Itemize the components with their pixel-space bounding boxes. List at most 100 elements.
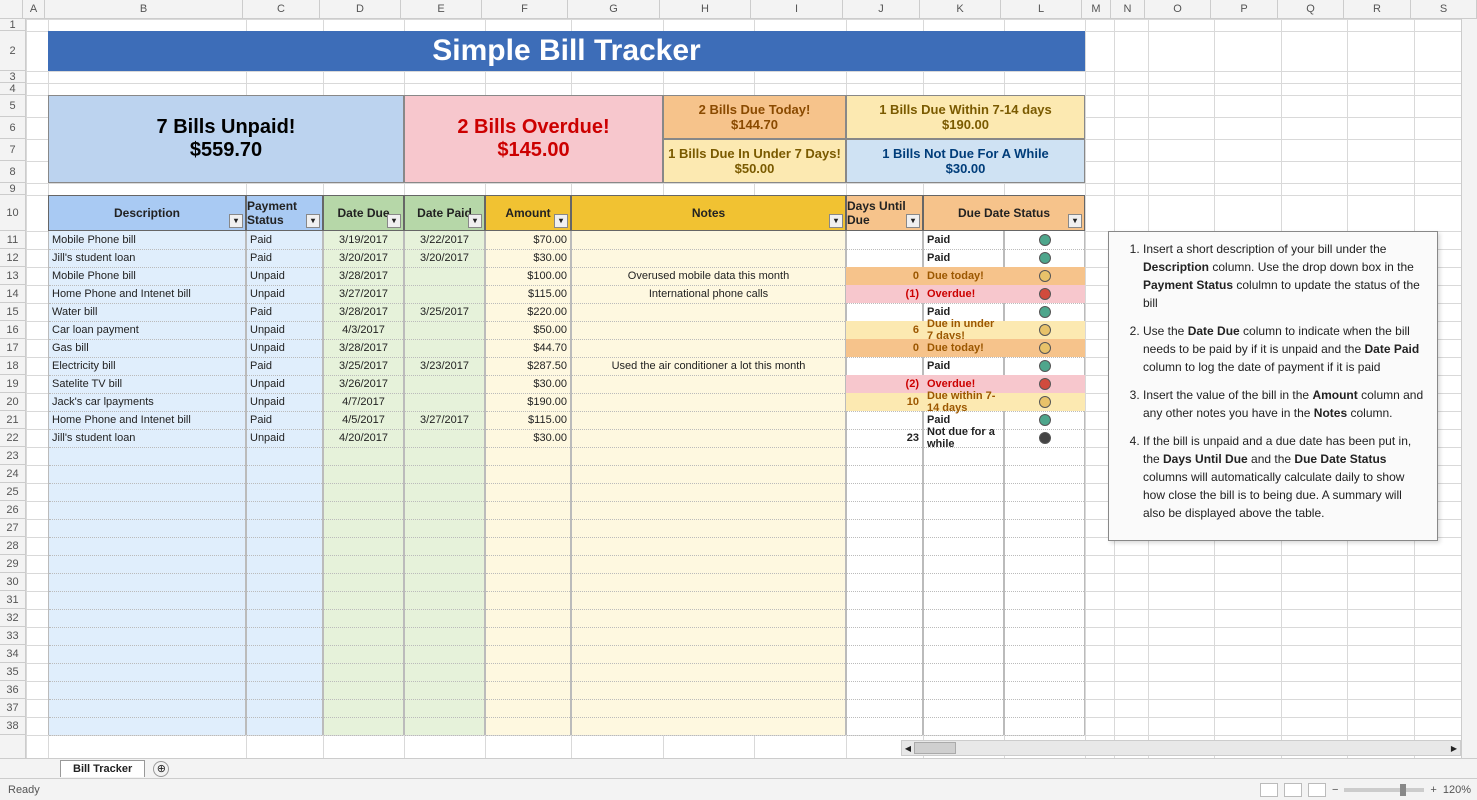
- cell-amount[interactable]: $115.00: [485, 285, 571, 303]
- col-header-I[interactable]: I: [751, 0, 843, 18]
- cell-date-due[interactable]: 4/20/2017: [323, 429, 404, 447]
- cell-description[interactable]: Home Phone and Intenet bill: [48, 285, 246, 303]
- row-header-28[interactable]: 28: [0, 537, 25, 555]
- cell-notes[interactable]: [571, 411, 846, 429]
- cell-payment-status[interactable]: Paid: [246, 303, 323, 321]
- cell-due-date-status[interactable]: Paid: [923, 357, 1004, 375]
- col-header-E[interactable]: E: [401, 0, 482, 18]
- cell-amount[interactable]: $30.00: [485, 429, 571, 447]
- cell-date-due[interactable]: 4/7/2017: [323, 393, 404, 411]
- table-header-amount[interactable]: Amount▾: [485, 195, 571, 231]
- filter-button-notes[interactable]: ▾: [829, 214, 843, 228]
- scroll-right-icon[interactable]: ▶: [1448, 741, 1460, 755]
- cell-due-date-status[interactable]: Due today!: [923, 339, 1004, 357]
- row-header-1[interactable]: 1: [0, 19, 25, 31]
- cell-date-paid[interactable]: 3/25/2017: [404, 303, 485, 321]
- filter-button-payment_status[interactable]: ▾: [306, 214, 320, 228]
- cell-days-until-due[interactable]: [846, 231, 923, 249]
- cell-date-due[interactable]: 3/25/2017: [323, 357, 404, 375]
- cell-date-paid[interactable]: [404, 429, 485, 447]
- cell-date-paid[interactable]: 3/23/2017: [404, 357, 485, 375]
- col-header-J[interactable]: J: [843, 0, 920, 18]
- row-header-6[interactable]: 6: [0, 117, 25, 139]
- cell-description[interactable]: Gas bill: [48, 339, 246, 357]
- cell-description[interactable]: Electricity bill: [48, 357, 246, 375]
- cell-date-due[interactable]: 3/28/2017: [323, 267, 404, 285]
- cell-amount[interactable]: $190.00: [485, 393, 571, 411]
- cell-payment-status[interactable]: Paid: [246, 231, 323, 249]
- col-header-F[interactable]: F: [482, 0, 568, 18]
- cell-date-paid[interactable]: [404, 321, 485, 339]
- row-header-18[interactable]: 18: [0, 357, 25, 375]
- cell-payment-status[interactable]: Unpaid: [246, 321, 323, 339]
- cell-days-until-due[interactable]: 23: [846, 429, 923, 447]
- row-header-29[interactable]: 29: [0, 555, 25, 573]
- view-page-layout-button[interactable]: [1284, 783, 1302, 797]
- cell-due-date-status[interactable]: Paid: [923, 249, 1004, 267]
- row-header-32[interactable]: 32: [0, 609, 25, 627]
- row-header-11[interactable]: 11: [0, 231, 25, 249]
- row-header-12[interactable]: 12: [0, 249, 25, 267]
- filter-button-description[interactable]: ▾: [229, 214, 243, 228]
- col-header-A[interactable]: A: [23, 0, 45, 18]
- row-header-13[interactable]: 13: [0, 267, 25, 285]
- row-header-23[interactable]: 23: [0, 447, 25, 465]
- row-header-36[interactable]: 36: [0, 681, 25, 699]
- row-header-19[interactable]: 19: [0, 375, 25, 393]
- vertical-scrollbar[interactable]: [1461, 19, 1477, 758]
- table-header-notes[interactable]: Notes▾: [571, 195, 846, 231]
- table-header-date_paid[interactable]: Date Paid▾: [404, 195, 485, 231]
- cell-payment-status[interactable]: Unpaid: [246, 339, 323, 357]
- cell-payment-status[interactable]: Unpaid: [246, 393, 323, 411]
- cell-description[interactable]: Satelite TV bill: [48, 375, 246, 393]
- cell-date-paid[interactable]: 3/27/2017: [404, 411, 485, 429]
- cell-payment-status[interactable]: Unpaid: [246, 429, 323, 447]
- cell-payment-status[interactable]: Paid: [246, 411, 323, 429]
- view-normal-button[interactable]: [1260, 783, 1278, 797]
- cell-days-until-due[interactable]: 6: [846, 321, 923, 339]
- col-header-O[interactable]: O: [1145, 0, 1211, 18]
- cell-notes[interactable]: [571, 429, 846, 447]
- row-header-31[interactable]: 31: [0, 591, 25, 609]
- cell-notes[interactable]: [571, 339, 846, 357]
- row-header-26[interactable]: 26: [0, 501, 25, 519]
- cell-amount[interactable]: $44.70: [485, 339, 571, 357]
- cell-payment-status[interactable]: Paid: [246, 357, 323, 375]
- row-header-25[interactable]: 25: [0, 483, 25, 501]
- cell-amount[interactable]: $70.00: [485, 231, 571, 249]
- col-header-L[interactable]: L: [1001, 0, 1082, 18]
- cell-date-due[interactable]: 3/26/2017: [323, 375, 404, 393]
- col-header-K[interactable]: K: [920, 0, 1001, 18]
- zoom-level[interactable]: 120%: [1443, 784, 1471, 796]
- zoom-in-button[interactable]: +: [1430, 784, 1436, 796]
- cell-due-date-status[interactable]: Due today!: [923, 267, 1004, 285]
- cell-notes[interactable]: [571, 249, 846, 267]
- view-page-break-button[interactable]: [1308, 783, 1326, 797]
- col-header-S[interactable]: S: [1411, 0, 1477, 18]
- add-sheet-button[interactable]: ⊕: [153, 761, 169, 777]
- col-header-Q[interactable]: Q: [1278, 0, 1344, 18]
- cell-description[interactable]: Home Phone and Intenet bill: [48, 411, 246, 429]
- cell-days-until-due[interactable]: 0: [846, 339, 923, 357]
- row-header-10[interactable]: 10: [0, 195, 25, 231]
- cell-due-date-status[interactable]: Paid: [923, 231, 1004, 249]
- cell-description[interactable]: Mobile Phone bill: [48, 267, 246, 285]
- cell-days-until-due[interactable]: (2): [846, 375, 923, 393]
- zoom-slider[interactable]: [1344, 788, 1424, 792]
- cell-notes[interactable]: [571, 393, 846, 411]
- cell-notes[interactable]: Used the air conditioner a lot this mont…: [571, 357, 846, 375]
- cell-notes[interactable]: [571, 321, 846, 339]
- row-header-24[interactable]: 24: [0, 465, 25, 483]
- scroll-left-icon[interactable]: ◀: [902, 741, 914, 755]
- cell-date-paid[interactable]: 3/22/2017: [404, 231, 485, 249]
- col-header-C[interactable]: C: [243, 0, 320, 18]
- filter-button-due_date_status[interactable]: ▾: [1068, 214, 1082, 228]
- cell-description[interactable]: Mobile Phone bill: [48, 231, 246, 249]
- cell-days-until-due[interactable]: [846, 249, 923, 267]
- filter-button-amount[interactable]: ▾: [554, 214, 568, 228]
- cell-due-date-status[interactable]: Due in under 7 days!: [923, 321, 1004, 339]
- cell-amount[interactable]: $30.00: [485, 249, 571, 267]
- filter-button-date_due[interactable]: ▾: [387, 214, 401, 228]
- cell-amount[interactable]: $115.00: [485, 411, 571, 429]
- cell-notes[interactable]: [571, 231, 846, 249]
